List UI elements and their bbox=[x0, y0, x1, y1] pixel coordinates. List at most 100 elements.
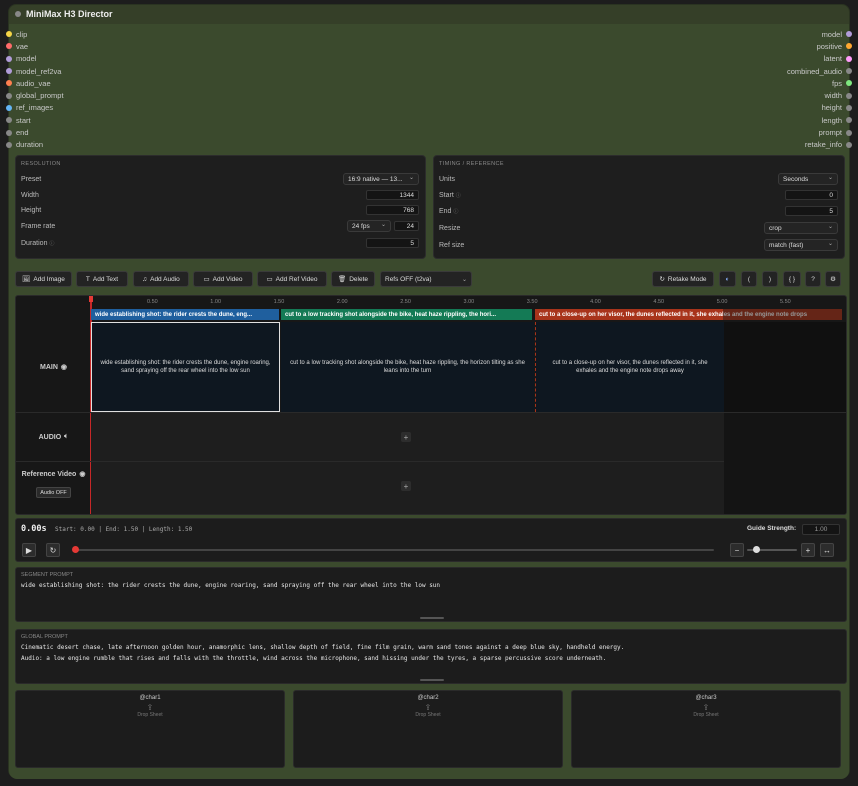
resize-handle[interactable] bbox=[420, 617, 444, 619]
socket-dot-icon[interactable] bbox=[6, 129, 12, 136]
fps-input[interactable]: 24 bbox=[394, 221, 419, 231]
width-input[interactable]: 1344 bbox=[366, 190, 419, 200]
add-image-button[interactable]: 🖼︎ Add Image bbox=[15, 271, 72, 287]
scrub-track[interactable] bbox=[74, 549, 714, 551]
resize-select[interactable]: crop ⌄ bbox=[764, 222, 838, 234]
retake-mode-button[interactable]: ↻ Retake Mode bbox=[652, 271, 714, 287]
bracket-open-button[interactable]: ( bbox=[741, 271, 757, 287]
socket-dot-icon[interactable] bbox=[6, 68, 12, 75]
refs-select[interactable]: Refs OFF (t2va) ⌄ bbox=[380, 271, 472, 287]
segment-prompt-panel[interactable]: SEGMENT PROMPT wide establishing shot: t… bbox=[15, 567, 847, 622]
segment-tag-1[interactable]: wide establishing shot: the rider crests… bbox=[91, 309, 279, 320]
output-socket-row[interactable]: positive bbox=[787, 40, 852, 52]
zoom-slider-handle[interactable] bbox=[753, 546, 760, 553]
loop-button[interactable]: ↻ bbox=[46, 543, 60, 557]
eye-icon[interactable]: ◉ bbox=[61, 363, 67, 371]
socket-dot-icon[interactable] bbox=[846, 117, 852, 124]
output-socket-row[interactable]: combined_audio bbox=[787, 65, 852, 77]
bracket-close-button[interactable]: ) bbox=[762, 271, 778, 287]
brace-button[interactable]: { } bbox=[783, 271, 801, 287]
global-prompt-panel[interactable]: GLOBAL PROMPT Cinematic desert chase, la… bbox=[15, 629, 847, 684]
socket-dot-icon[interactable] bbox=[6, 104, 12, 111]
socket-dot-icon[interactable] bbox=[846, 92, 852, 99]
fps-select[interactable]: 24 fps ⌄ bbox=[347, 220, 391, 232]
add-video-button[interactable]: ▭ Add Video bbox=[193, 271, 253, 287]
output-socket-row[interactable]: length bbox=[787, 114, 852, 126]
input-socket-row[interactable]: vae bbox=[6, 40, 64, 52]
node-titlebar[interactable]: MiniMax H3 Director bbox=[9, 5, 849, 23]
color-toggle-button[interactable]: ◐ bbox=[719, 271, 736, 287]
segment-tag-2[interactable]: cut to a low tracking shot alongside the… bbox=[281, 309, 532, 320]
char-card-2[interactable]: @char2 ⇪ Drop Sheet bbox=[293, 690, 563, 768]
guide-strength-input[interactable]: 1.00 bbox=[802, 524, 840, 535]
socket-dot-icon[interactable] bbox=[846, 31, 852, 38]
end-input[interactable]: 5 bbox=[785, 206, 838, 216]
start-input[interactable]: 0 bbox=[785, 190, 838, 200]
output-socket-row[interactable]: fps bbox=[787, 77, 852, 89]
socket-dot-icon[interactable] bbox=[846, 80, 852, 87]
main-clip-2[interactable]: cut to a low tracking shot alongside the… bbox=[281, 322, 534, 412]
settings-button[interactable]: ⚙ bbox=[825, 271, 841, 287]
resize-handle[interactable] bbox=[420, 679, 444, 681]
fit-button[interactable]: ↔ bbox=[820, 543, 834, 557]
add-audio-clip-button[interactable]: + bbox=[401, 432, 411, 442]
socket-dot-icon[interactable] bbox=[6, 80, 12, 87]
segment-prompt-text[interactable]: wide establishing shot: the rider crests… bbox=[21, 582, 440, 589]
global-prompt-line2[interactable]: Audio: a low engine rumble that rises an… bbox=[21, 655, 606, 662]
help-button[interactable]: ? bbox=[805, 271, 821, 287]
add-refvideo-clip-button[interactable]: + bbox=[401, 481, 411, 491]
time-ruler[interactable]: 0.50 1.00 1.50 2.00 2.50 3.00 3.50 4.00 4.50 5.00… bbox=[91, 296, 846, 309]
socket-dot-icon[interactable] bbox=[846, 43, 852, 50]
output-socket-row[interactable]: latent bbox=[787, 53, 852, 65]
socket-dot-icon[interactable] bbox=[6, 55, 12, 62]
output-socket-row[interactable]: model bbox=[787, 28, 852, 40]
char-card-1[interactable]: @char1 ⇪ Drop Sheet bbox=[15, 690, 285, 768]
input-socket-row[interactable]: clip bbox=[6, 28, 64, 40]
input-socket-row[interactable]: ref_images bbox=[6, 102, 64, 114]
socket-dot-icon[interactable] bbox=[6, 141, 12, 148]
main-clip-3[interactable]: cut to a close-up on her visor, the dune… bbox=[535, 322, 724, 412]
delete-button[interactable]: 🗑︎ Delete bbox=[331, 271, 375, 287]
eye-icon[interactable]: ◉ bbox=[79, 470, 85, 478]
timeline[interactable]: 0.50 1.00 1.50 2.00 2.50 3.00 3.50 4.00 4.50 5.00… bbox=[15, 295, 847, 515]
output-socket-row[interactable]: width bbox=[787, 89, 852, 101]
duration-input[interactable]: 5 bbox=[366, 238, 419, 248]
scrub-handle[interactable] bbox=[72, 546, 79, 553]
refsize-select[interactable]: match (fast) ⌄ bbox=[764, 239, 838, 251]
output-socket-row[interactable]: prompt bbox=[787, 126, 852, 138]
socket-dot-icon[interactable] bbox=[846, 141, 852, 148]
socket-dot-icon[interactable] bbox=[846, 129, 852, 136]
socket-dot-icon[interactable] bbox=[846, 68, 852, 75]
zoom-out-button[interactable]: − bbox=[730, 543, 744, 557]
input-socket-row[interactable]: audio_vae bbox=[6, 77, 64, 89]
speaker-icon[interactable]: 🔈︎ bbox=[64, 433, 68, 441]
collapse-dot-icon[interactable] bbox=[15, 11, 21, 17]
add-text-button[interactable]: T Add Text bbox=[76, 271, 128, 287]
socket-dot-icon[interactable] bbox=[6, 92, 12, 99]
socket-dot-icon[interactable] bbox=[846, 55, 852, 62]
height-input[interactable]: 768 bbox=[366, 205, 419, 215]
output-socket-row[interactable]: height bbox=[787, 102, 852, 114]
add-audio-button[interactable]: ♫ Add Audio bbox=[133, 271, 189, 287]
preset-select[interactable]: 16:9 native — 13... ⌄ bbox=[343, 173, 419, 185]
input-socket-row[interactable]: model bbox=[6, 53, 64, 65]
socket-dot-icon[interactable] bbox=[6, 43, 12, 50]
add-ref-video-button[interactable]: ▭ Add Ref Video bbox=[257, 271, 327, 287]
socket-dot-icon[interactable] bbox=[846, 104, 852, 111]
zoom-in-button[interactable]: + bbox=[801, 543, 815, 557]
input-socket-row[interactable]: end bbox=[6, 126, 64, 138]
input-socket-row[interactable]: model_ref2va bbox=[6, 65, 64, 77]
playhead-handle[interactable] bbox=[89, 296, 93, 302]
socket-dot-icon[interactable] bbox=[6, 31, 12, 38]
socket-dot-icon[interactable] bbox=[6, 117, 12, 124]
audio-off-toggle[interactable]: Audio OFF bbox=[36, 487, 71, 498]
input-socket-row[interactable]: duration bbox=[6, 139, 64, 151]
play-button[interactable]: ▶ bbox=[22, 543, 36, 557]
output-socket-row[interactable]: retake_info bbox=[787, 139, 852, 151]
input-socket-row[interactable]: global_prompt bbox=[6, 89, 64, 101]
input-socket-row[interactable]: start bbox=[6, 114, 64, 126]
units-select[interactable]: Seconds ⌄ bbox=[778, 173, 838, 185]
global-prompt-line1[interactable]: Cinematic desert chase, late afternoon g… bbox=[21, 644, 624, 651]
main-clip-1[interactable]: wide establishing shot: the rider crests… bbox=[91, 322, 280, 412]
char-card-3[interactable]: @char3 ⇪ Drop Sheet bbox=[571, 690, 841, 768]
